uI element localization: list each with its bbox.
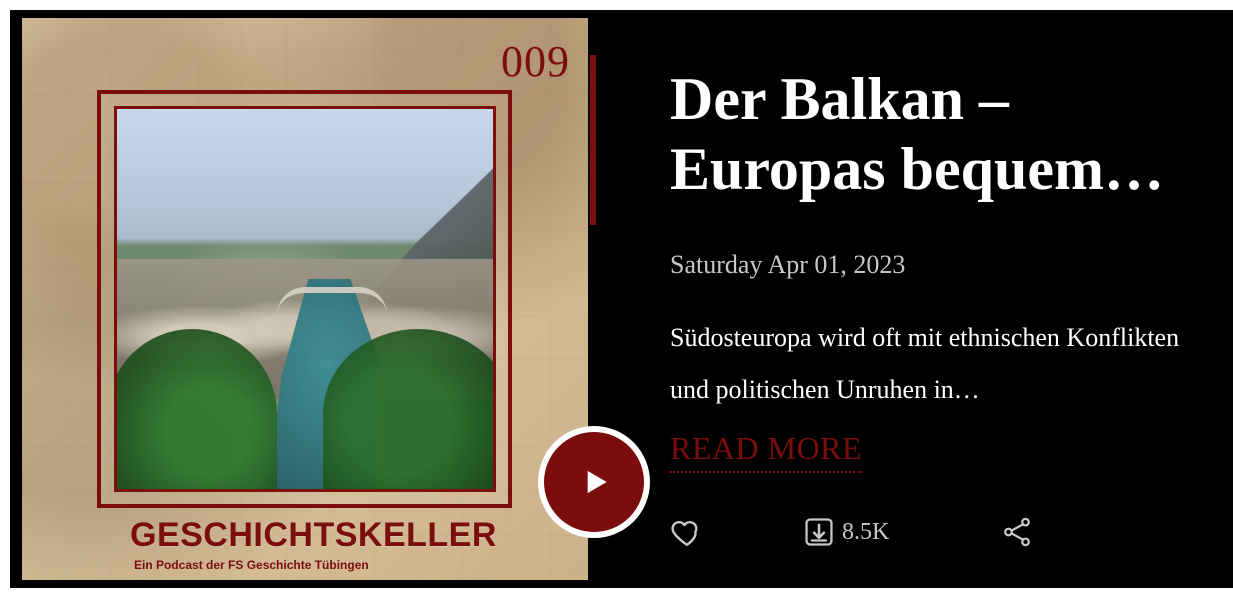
episode-actions: 8.5K: [670, 512, 1190, 552]
podcast-logo-title: GESCHICHTSKELLER: [130, 516, 497, 554]
cover-photo-frame: [114, 106, 496, 492]
read-more-link[interactable]: READ MORE: [670, 430, 863, 473]
cover-photo: [117, 109, 493, 489]
share-button[interactable]: [1000, 512, 1034, 552]
episode-number: 009: [501, 37, 570, 86]
episode-title: Der Balkan – Europas bequem…: [670, 66, 1165, 202]
share-icon: [1004, 517, 1030, 547]
download-count: 8.5K: [842, 518, 890, 545]
download-icon: [805, 518, 833, 546]
podcast-logo-subtitle: Ein Podcast der FS Geschichte Tübingen: [134, 558, 369, 572]
accent-divider: [590, 55, 596, 225]
cover-photo-trees-left: [117, 329, 277, 489]
episode-description: Südosteuropa wird oft mit ethnischen Kon…: [670, 323, 1180, 404]
play-icon: [587, 470, 607, 494]
episode-cover-art[interactable]: 009 GESCHICHTSKELLER Ein Podcast der FS …: [22, 18, 588, 580]
heart-icon: [671, 520, 698, 546]
episode-date: Saturday Apr 01, 2023: [670, 250, 906, 279]
cover-photo-bridge: [277, 287, 387, 315]
download-button[interactable]: 8.5K: [802, 512, 889, 552]
play-button[interactable]: [538, 426, 650, 538]
like-button[interactable]: [670, 512, 704, 552]
